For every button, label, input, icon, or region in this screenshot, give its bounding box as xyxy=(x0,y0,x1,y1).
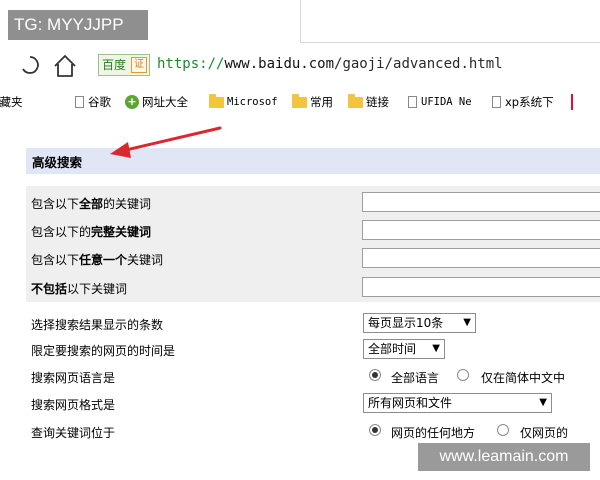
time-range-label: 限定要搜索的网页的时间是 xyxy=(31,344,176,358)
bookmark-label: xp系统下 xyxy=(505,95,554,109)
keyword-exact-label: 包含以下的完整关键词 xyxy=(31,225,152,239)
keyword-any-label: 包含以下任意一个关键词 xyxy=(31,253,164,267)
watermark-bottom: www.leamain.com xyxy=(418,443,590,471)
advanced-search-header: 高级搜索 xyxy=(26,148,600,174)
keyword-all-label: 包含以下全部的关键词 xyxy=(31,197,152,211)
keyword-all-input[interactable] xyxy=(362,192,600,212)
home-icon[interactable] xyxy=(52,53,78,79)
bookmark-overflow-marker xyxy=(571,94,573,110)
keyword-position-label: 查询关键词位于 xyxy=(31,426,116,440)
bookmark-label: 常用 xyxy=(310,95,333,109)
bookmark-google[interactable]: 谷歌 xyxy=(75,91,111,113)
url-path: /gaoji/advanced.html xyxy=(334,56,503,72)
bookmark-label: UFIDA Ne xyxy=(421,96,472,108)
language-label: 搜索网页语言是 xyxy=(31,371,116,385)
results-per-page-select[interactable]: 每页显示10条 ▼ xyxy=(363,313,476,333)
globe-icon: + xyxy=(125,95,139,109)
page-icon xyxy=(75,96,84,108)
page-icon xyxy=(408,96,417,108)
keyword-exclude-input[interactable] xyxy=(362,277,600,297)
time-range-select[interactable]: 全部时间 ▼ xyxy=(363,339,445,359)
chevron-down-icon: ▼ xyxy=(432,343,440,354)
bookmark-favorites[interactable]: 收藏夹 xyxy=(0,91,23,113)
file-format-label: 搜索网页格式是 xyxy=(31,398,116,412)
page-icon xyxy=(492,96,501,108)
bookmark-ufida[interactable]: UFIDA Ne xyxy=(408,91,472,113)
position-anywhere-radio[interactable] xyxy=(369,424,381,436)
watermark-top: TG: MYYJJPP xyxy=(8,10,148,40)
file-format-select[interactable]: 所有网页和文件 ▼ xyxy=(363,393,552,413)
keyword-exact-input[interactable] xyxy=(362,220,600,240)
bookmark-site-directory[interactable]: + 网址大全 xyxy=(125,91,188,113)
folder-icon xyxy=(348,93,363,108)
position-title-label: 仅网页的 xyxy=(520,426,569,440)
bookmark-label: 谷歌 xyxy=(88,95,111,109)
site-badge-label: 百度 xyxy=(102,58,127,72)
bookmark-xp[interactable]: xp系统下 xyxy=(492,91,554,113)
bookmark-label: 网址大全 xyxy=(142,95,188,109)
bookmark-folder-microsoft[interactable]: Microsof xyxy=(209,91,278,113)
bookmark-folder-links[interactable]: 链接 xyxy=(348,91,389,113)
url-scheme: https:// xyxy=(157,56,225,72)
language-simplified-radio[interactable] xyxy=(457,369,469,381)
position-title-radio[interactable] xyxy=(497,424,509,436)
chevron-down-icon: ▼ xyxy=(539,397,547,408)
language-simplified-label: 仅在简体中文中 xyxy=(481,371,566,385)
bookmark-label: 收藏夹 xyxy=(0,95,23,109)
reload-icon[interactable] xyxy=(20,55,40,75)
page-title: 高级搜索 xyxy=(32,155,83,170)
position-anywhere-label: 网页的任何地方 xyxy=(391,426,476,440)
certificate-icon: 证 xyxy=(131,57,147,73)
bookmark-label: 链接 xyxy=(366,95,389,109)
bookmark-label: Microsof xyxy=(227,96,278,108)
url-host: www.baidu.com xyxy=(224,56,335,72)
chevron-down-icon: ▼ xyxy=(463,317,471,328)
results-per-page-label: 选择搜索结果显示的条数 xyxy=(31,318,164,332)
site-identity-badge[interactable]: 百度 证 xyxy=(98,54,150,76)
address-bar-row: 百度 证 https://www.baidu.com/gaoji/advance… xyxy=(0,50,600,84)
url-field[interactable]: https://www.baidu.com/gaoji/advanced.htm… xyxy=(157,56,503,72)
bookmark-folder-common[interactable]: 常用 xyxy=(292,91,333,113)
language-all-radio[interactable] xyxy=(369,369,381,381)
bookmarks-bar: 收藏夹 谷歌 + 网址大全 Microsof 常用 链接 UFIDA Ne xp… xyxy=(0,91,600,113)
keyword-any-input[interactable] xyxy=(362,248,600,268)
browser-tab[interactable] xyxy=(300,0,600,43)
folder-icon xyxy=(209,93,224,108)
folder-icon xyxy=(292,93,307,108)
language-all-label: 全部语言 xyxy=(391,371,440,385)
keyword-exclude-label: 不包括以下关键词 xyxy=(31,282,128,296)
